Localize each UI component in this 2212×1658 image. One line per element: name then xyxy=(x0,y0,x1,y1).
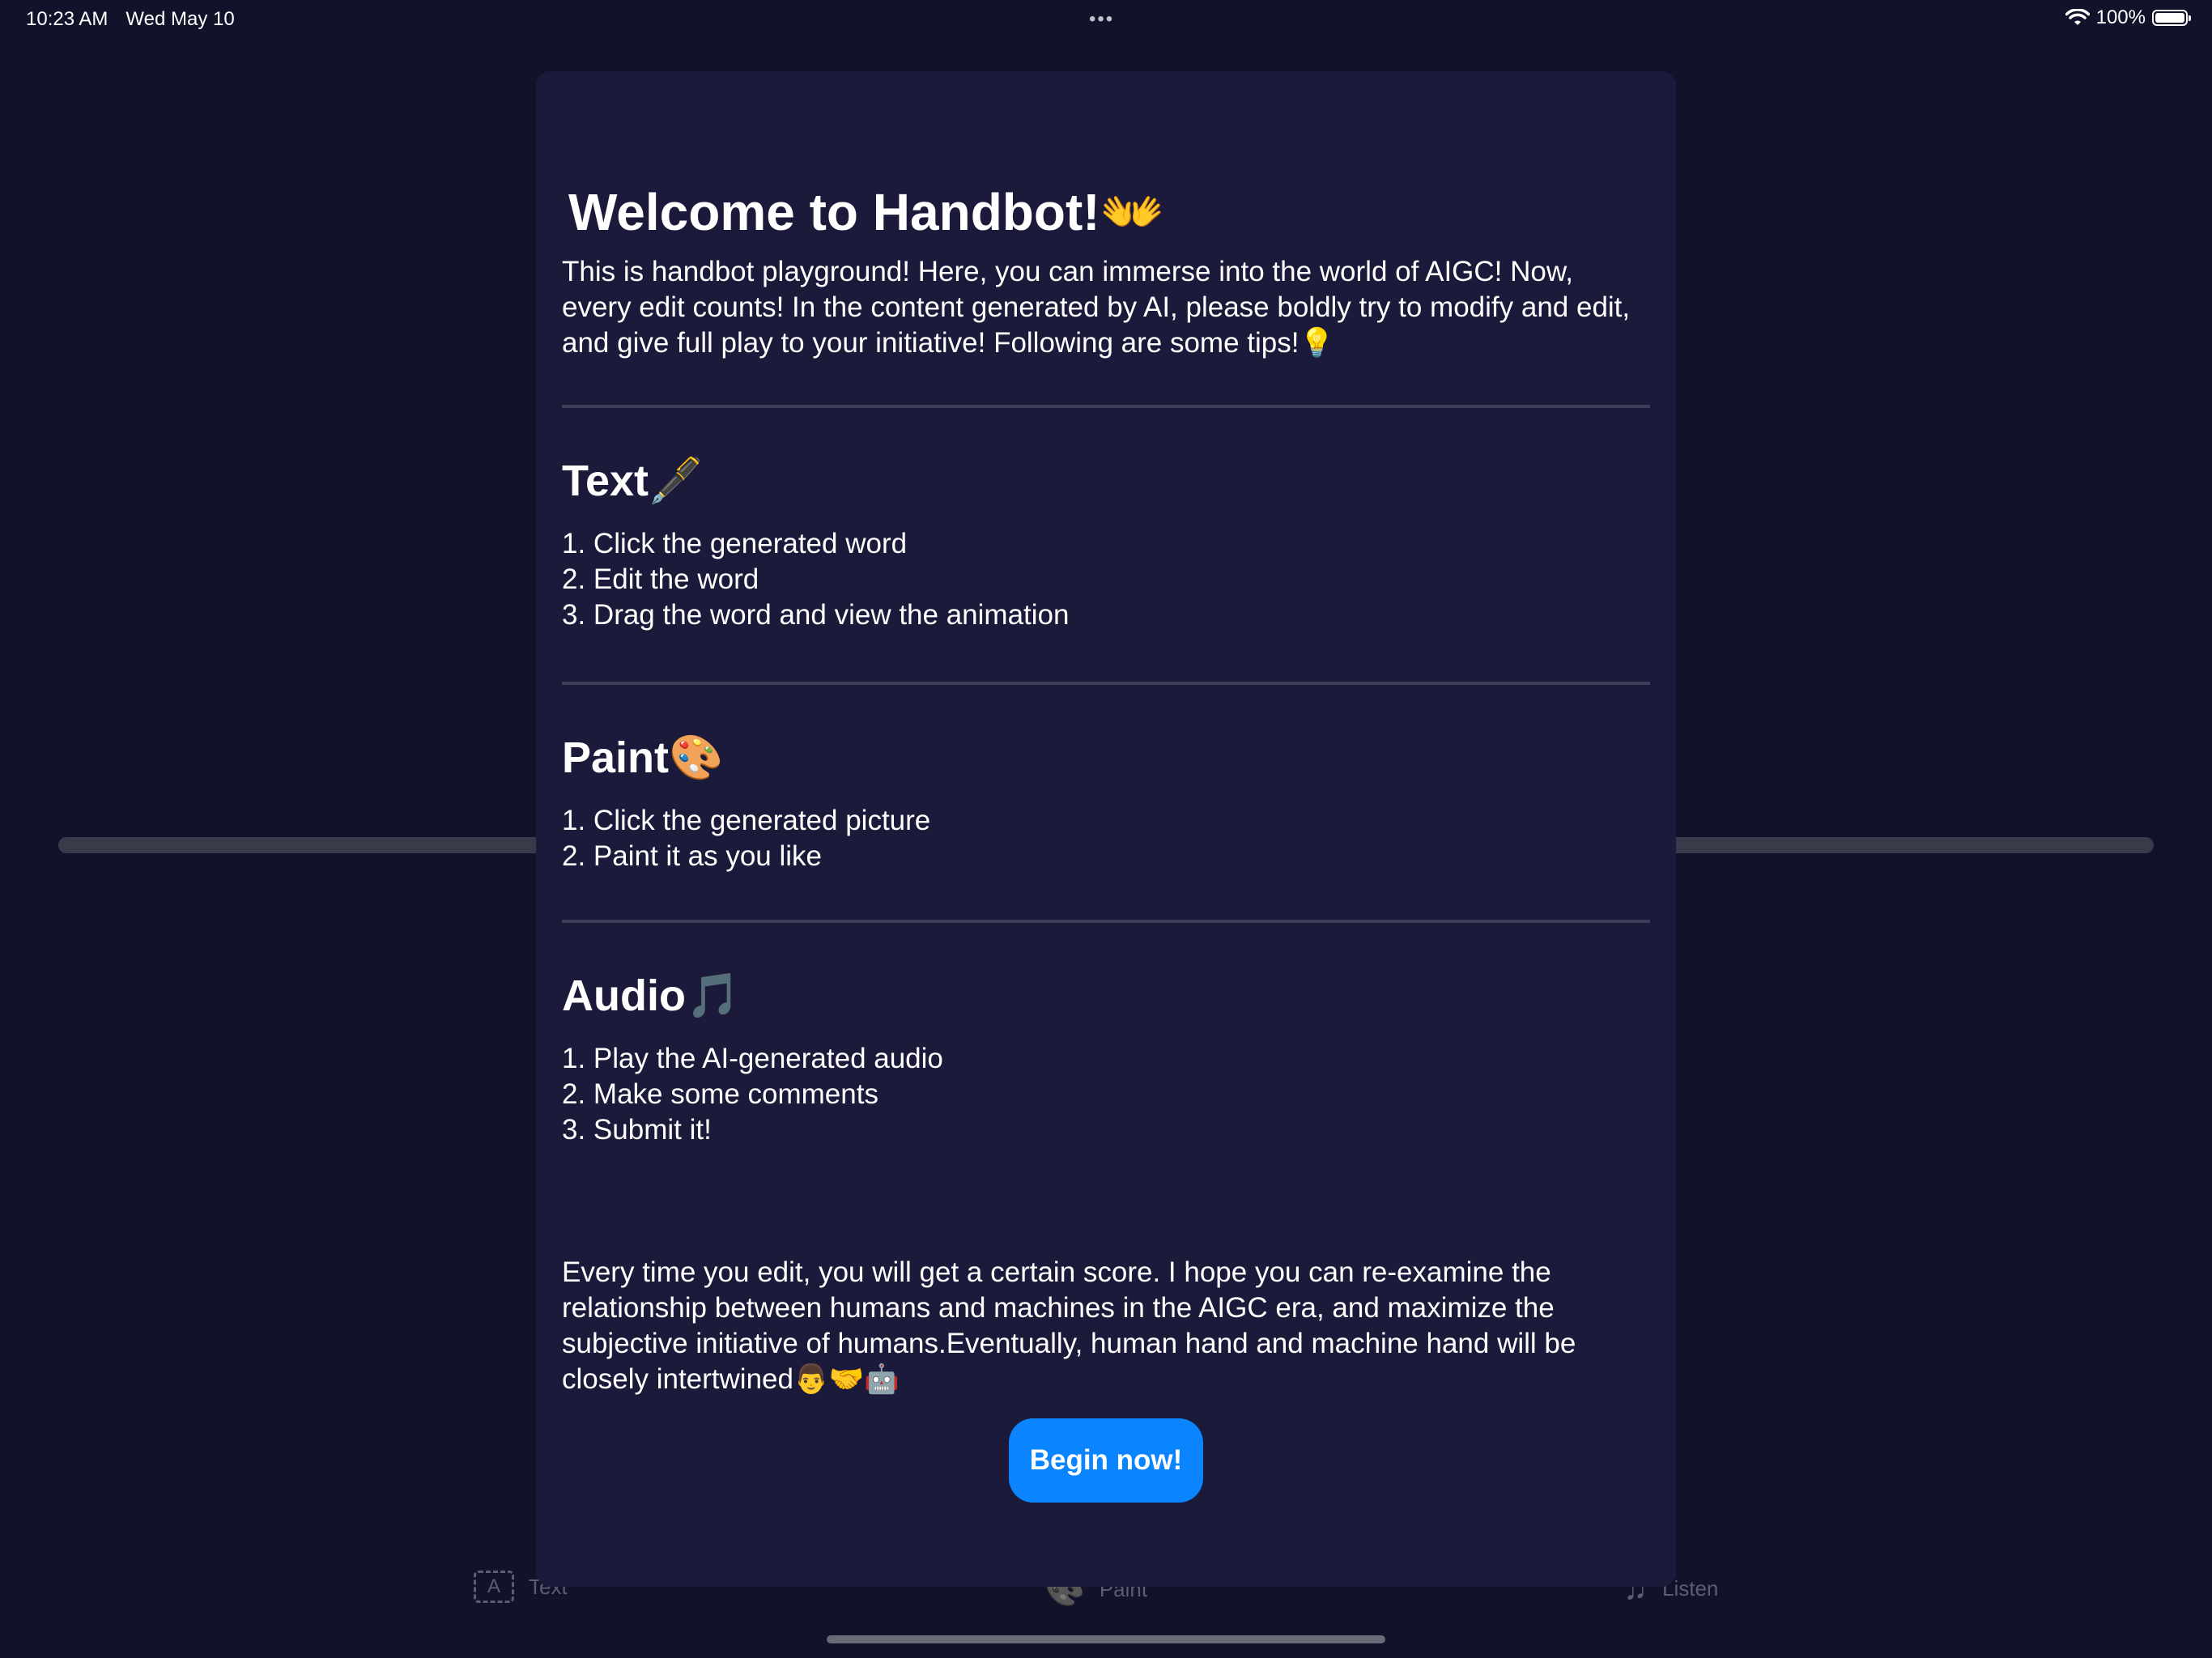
status-bar-left: 10:23 AM Wed May 10 xyxy=(26,8,235,31)
text-icon: A xyxy=(474,1571,514,1603)
status-time: 10:23 AM xyxy=(26,8,108,30)
multitasking-dots[interactable]: ••• xyxy=(1089,8,1114,31)
text-steps-list: 1. Click the generated word 2. Edit the … xyxy=(562,526,1650,633)
paint-steps-list: 1. Click the generated picture 2. Paint … xyxy=(562,803,1650,874)
list-item: 2. Make some comments xyxy=(562,1078,878,1110)
intro-text: This is handbot playground! Here, you ca… xyxy=(562,256,1631,359)
welcome-title: Welcome to Handbot!👐 xyxy=(568,183,1165,241)
battery-icon xyxy=(2152,10,2191,26)
outro-text: Every time you edit, you will get a cert… xyxy=(562,1256,1576,1395)
list-item: 1. Play the AI-generated audio xyxy=(562,1043,943,1074)
battery-percent: 100% xyxy=(2095,6,2146,28)
wifi-icon xyxy=(2065,9,2090,27)
list-item: 1. Click the generated word xyxy=(562,528,908,559)
home-indicator[interactable] xyxy=(827,1635,1385,1643)
section-title-paint: Paint🎨 xyxy=(562,733,724,782)
battery-fill xyxy=(2155,13,2184,23)
section-title-text: Text🖋️ xyxy=(562,457,704,505)
divider xyxy=(562,682,1650,685)
divider xyxy=(562,920,1650,923)
list-item: 3. Submit it! xyxy=(562,1114,712,1146)
list-item: 2. Edit the word xyxy=(562,563,759,595)
audio-steps-list: 1. Play the AI-generated audio 2. Make s… xyxy=(562,1041,1650,1148)
divider xyxy=(562,405,1650,408)
welcome-sheet: Welcome to Handbot!👐 This is handbot pla… xyxy=(536,71,1676,1587)
begin-now-button[interactable]: Begin now! xyxy=(1009,1418,1203,1503)
status-bar-right: 100% xyxy=(2065,6,2191,29)
list-item: 2. Paint it as you like xyxy=(562,840,822,872)
list-item: 3. Drag the word and view the animation xyxy=(562,599,1070,631)
section-title-audio: Audio🎵 xyxy=(562,971,741,1020)
status-date: Wed May 10 xyxy=(125,8,235,30)
list-item: 1. Click the generated picture xyxy=(562,805,931,836)
